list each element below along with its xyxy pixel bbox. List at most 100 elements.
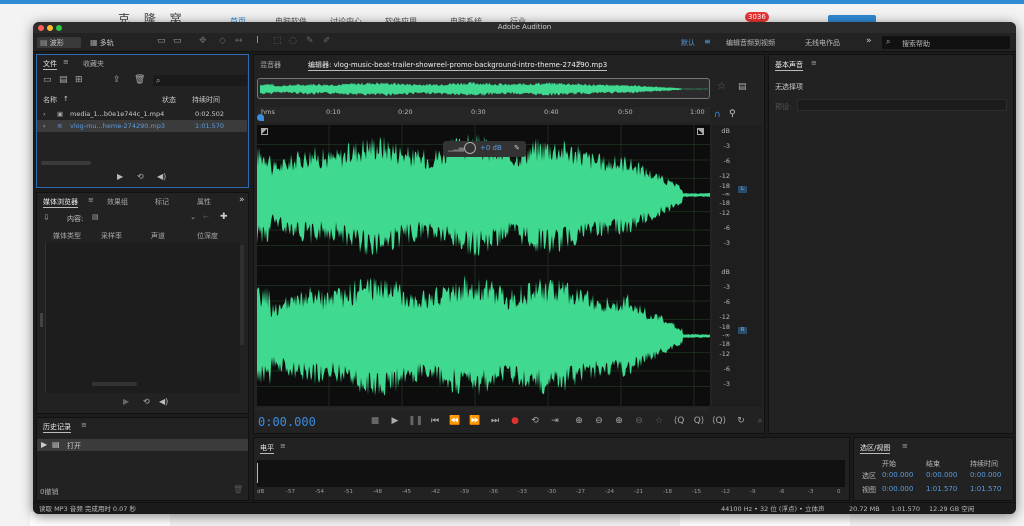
history-item[interactable]: ▶ ▤ 打开	[37, 439, 248, 451]
spectral-display-icon[interactable]: ▭	[157, 36, 166, 46]
zoom-in-right-icon[interactable]: Q⟩	[692, 416, 706, 426]
channel-corner-icon[interactable]	[697, 128, 704, 135]
col-channels[interactable]: 声道	[151, 231, 165, 241]
workspace-menu-icon[interactable]: ≡	[704, 37, 711, 46]
lasso-tool-icon[interactable]: ◌	[289, 36, 297, 46]
skip-previous-icon[interactable]: ⏮	[428, 416, 442, 426]
open-file-icon[interactable]: ▭	[43, 75, 52, 85]
file-filter-input[interactable]: ⌕	[153, 75, 247, 86]
zoom-out-time-icon[interactable]: ⊖	[632, 416, 646, 426]
selection-duration[interactable]: 0:00.000	[970, 471, 1001, 479]
media-v-scrollbar[interactable]	[240, 245, 244, 345]
history-menu-icon[interactable]: ≡	[81, 421, 87, 429]
channel-right[interactable]	[257, 266, 710, 406]
channel-corner-icon[interactable]	[261, 128, 268, 135]
new-file-icon[interactable]: ⊞	[75, 75, 83, 85]
fast-forward-icon[interactable]: ⏩	[468, 416, 482, 426]
waveform-view-button[interactable]: ▤ 波形	[37, 37, 81, 48]
zoom-in-left-icon[interactable]: ⟨Q	[672, 416, 686, 426]
col-status[interactable]: 状态	[162, 95, 176, 105]
tab-effects-rack[interactable]: 效果组	[107, 197, 128, 207]
selection-start[interactable]: 0:00.000	[882, 471, 913, 479]
delete-icon[interactable]: 🗑	[134, 75, 145, 85]
media-play-icon[interactable]: ▶	[123, 397, 129, 406]
volume-knob-icon[interactable]	[464, 142, 476, 154]
media-loop-icon[interactable]: ⟲	[143, 397, 150, 406]
expand-chevron-icon[interactable]: ›	[43, 108, 46, 120]
workspace-radio[interactable]: 无线电作品	[805, 38, 840, 48]
loop-icon[interactable]: ⟲	[137, 172, 144, 181]
tab-markers[interactable]: 标记	[155, 197, 169, 207]
spectral-pitch-icon[interactable]: ▭	[173, 36, 182, 46]
tab-properties[interactable]: 属性	[197, 197, 211, 207]
add-shortcut-icon[interactable]: ✚	[220, 212, 228, 222]
history-delete-icon[interactable]: 🗑	[233, 485, 243, 494]
close-window-icon[interactable]	[38, 25, 44, 31]
media-panel-menu-icon[interactable]: ≡	[88, 196, 94, 204]
zoom-in-amplitude-icon[interactable]: ⊕	[572, 416, 586, 426]
more-workspaces-icon[interactable]: »	[866, 36, 872, 46]
col-duration[interactable]: 持续时间	[192, 95, 220, 105]
media-h-scrollbar[interactable]	[92, 382, 137, 386]
back-icon[interactable]: ←	[203, 213, 209, 221]
razor-tool-icon[interactable]: ◇	[219, 36, 226, 46]
tab-favorites[interactable]: 收藏夹	[83, 59, 104, 69]
tab-media-browser[interactable]: 媒体浏览器	[43, 197, 78, 208]
healing-tool-icon[interactable]: ✐	[323, 36, 331, 46]
pane-divider-handle[interactable]	[40, 313, 43, 327]
levels-title[interactable]: 电平	[260, 443, 274, 454]
brush-tool-icon[interactable]: ✎	[306, 36, 314, 46]
record-icon[interactable]: ●	[508, 416, 522, 426]
pin-icon[interactable]: ⚲	[729, 109, 736, 119]
minimize-window-icon[interactable]	[47, 25, 53, 31]
move-tool-icon[interactable]: ✥	[199, 36, 207, 46]
time-ruler[interactable]: hms 0:10 0:20 0:30 0:40 0:50 1:00	[257, 107, 710, 122]
overview-toggle-icon[interactable]: ▤	[738, 82, 747, 92]
tab-files[interactable]: 文件	[43, 59, 57, 70]
skip-next-icon[interactable]: ⏭	[488, 416, 502, 426]
files-scrollbar[interactable]	[41, 161, 91, 165]
zoom-out-amplitude-icon[interactable]: ⊖	[592, 416, 606, 426]
play-icon[interactable]: ▶	[388, 416, 402, 426]
horizontal-scrollbar[interactable]	[257, 407, 710, 411]
hud-pin-icon[interactable]: ✎	[514, 144, 520, 152]
channel-left[interactable]: ▁▂▄ +0 dB ✎	[257, 125, 710, 265]
zoom-out-star-icon[interactable]: ☆	[717, 81, 726, 92]
more-tabs-icon[interactable]: »	[239, 195, 245, 205]
levels-menu-icon[interactable]: ≡	[280, 442, 286, 450]
overview-navigator[interactable]	[257, 78, 710, 99]
selection-view-title[interactable]: 选区/视图	[860, 443, 891, 454]
zoom-extra-icon[interactable]: ⌕	[753, 416, 767, 426]
essential-sound-title[interactable]: 基本声音	[775, 60, 803, 71]
import-file-icon[interactable]: ▤	[59, 75, 68, 85]
zoom-reset-icon[interactable]: ↻	[734, 416, 748, 426]
time-selection-tool-icon[interactable]: Ι	[256, 35, 259, 46]
file-row[interactable]: › ▣ media_1...b0e1e744c_1.mp4 0:02.502	[37, 108, 247, 120]
hud-volume-value[interactable]: +0 dB	[480, 144, 502, 152]
selection-end[interactable]: 0:00.000	[926, 471, 957, 479]
hud-volume[interactable]: ▁▂▄ +0 dB ✎	[443, 141, 526, 157]
col-media-type[interactable]: 媒体类型	[53, 231, 81, 241]
col-sample-rate[interactable]: 采样率	[101, 231, 122, 241]
files-panel-menu-icon[interactable]: ≡	[63, 58, 69, 66]
multitrack-view-button[interactable]: ▦ 多轨	[87, 37, 127, 48]
zoom-selection-icon[interactable]: ⟨Q⟩	[712, 416, 726, 426]
playhead-handle[interactable]	[257, 114, 264, 121]
media-autoplay-icon[interactable]: ◀)	[159, 397, 168, 406]
essential-sound-menu-icon[interactable]: ≡	[811, 59, 817, 67]
skip-selection-icon[interactable]: ⇥	[548, 416, 562, 426]
autoplay-icon[interactable]: ◀)	[157, 172, 166, 181]
import-media-icon[interactable]: ⇩	[43, 213, 50, 222]
rewind-icon[interactable]: ⏪	[448, 416, 462, 426]
workspace-default[interactable]: 默认	[681, 38, 695, 48]
channel-r-badge[interactable]: R	[738, 327, 747, 334]
editor-menu-icon[interactable]: ≡	[576, 59, 582, 67]
zoom-window-icon[interactable]	[56, 25, 62, 31]
zoom-in-time-icon[interactable]: ⊕	[612, 416, 626, 426]
expand-chevron-icon[interactable]: ›	[43, 120, 46, 132]
insert-into-multitrack-icon[interactable]: ⇪	[113, 75, 121, 85]
view-duration[interactable]: 1:01.570	[970, 485, 1001, 493]
view-end[interactable]: 1:01.570	[926, 485, 957, 493]
pause-icon[interactable]: ❚❚	[408, 416, 423, 426]
play-icon[interactable]: ▶	[117, 172, 123, 181]
